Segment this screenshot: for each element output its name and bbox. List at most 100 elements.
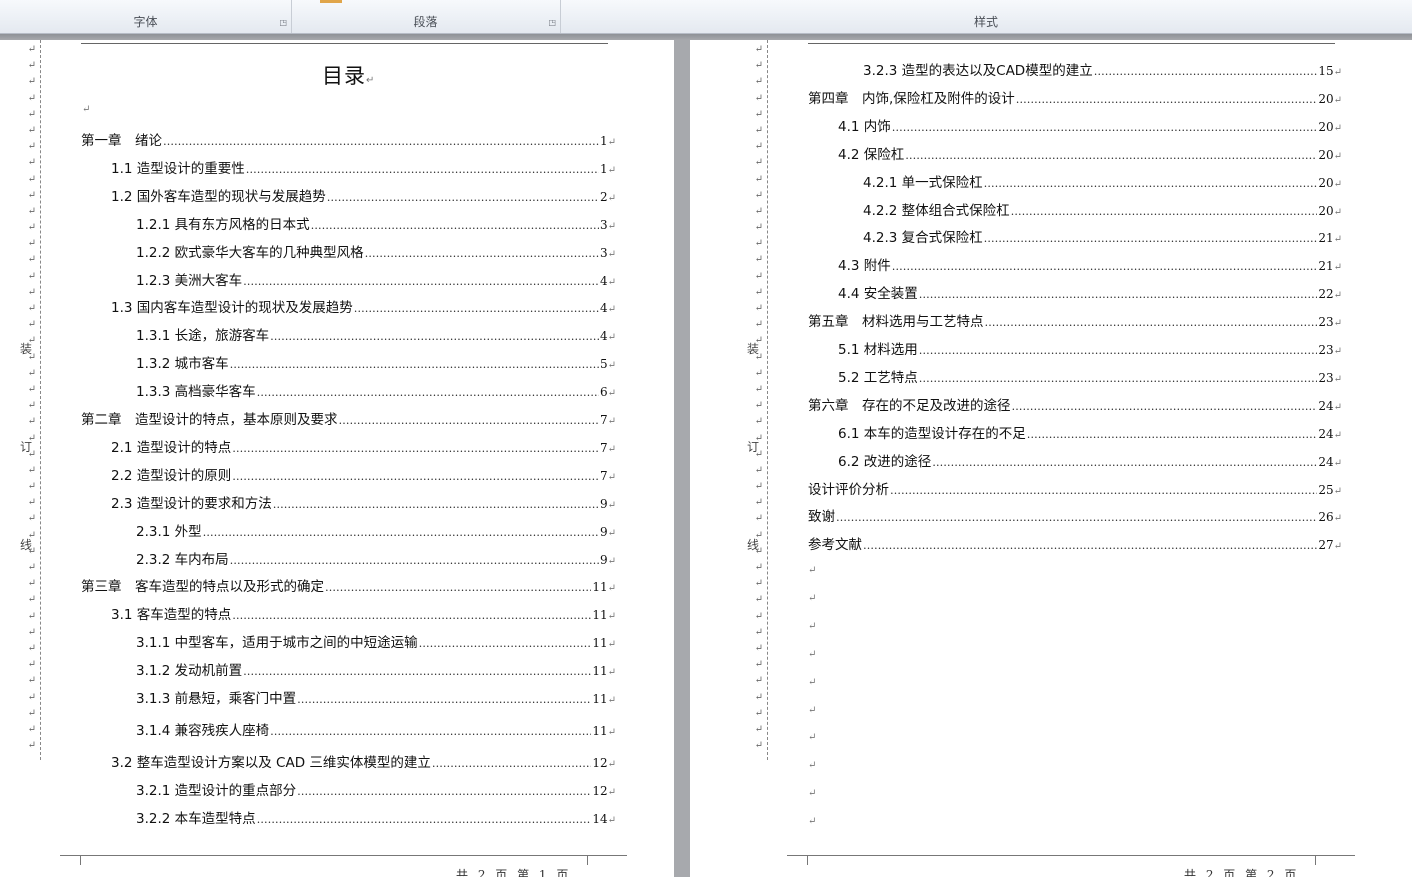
paragraph-mark-icon: ↵ [27, 124, 36, 136]
font-dialog-launcher-icon[interactable]: ◳ [279, 18, 287, 27]
toc-entry[interactable]: 1.2 国外客车造型的现状与发展趋势 2↵ [111, 185, 616, 205]
toc-dot-leader [354, 302, 599, 315]
toc-entry[interactable]: 2.3.1 外型 9↵ [136, 520, 616, 540]
paragraph-mark-icon: ↵ [1333, 429, 1342, 441]
toc-dot-leader [919, 344, 1318, 357]
toc-entry[interactable]: 设计评价分析 25↵ [808, 478, 1342, 498]
toc-entry[interactable]: 第二章 造型设计的特点，基本原则及要求 7↵ [81, 408, 616, 428]
page-footer-text: 共 2 页 第 2 页 [1184, 868, 1300, 877]
toc-entry[interactable]: 2.3.2 车内布局 9↵ [136, 548, 616, 568]
toc-dot-leader [325, 581, 591, 594]
toc-entry[interactable]: 2.1 造型设计的特点 7↵ [111, 436, 616, 456]
document-page-2[interactable]: ↵ ↵ ↵ ↵ ↵ ↵ ↵ ↵ ↵ ↵ ↵ ↵ ↵ ↵ ↵ ↵ ↵ ↵ ↵ ↵ ↵ ↵ ↵ ↵ ↵ ↵ ↵ ↵ ↵ ↵ ↵ ↵ ↵ ↵ ↵ ↵ ↵ ↵ ↵ ↵… [690, 40, 1412, 877]
paragraph-mark-icon: ↵ [27, 513, 36, 525]
toc-entry-label: 1.3 国内客车造型设计的现状及发展趋势 [111, 300, 353, 317]
paragraph-mark-icon: ↵ [27, 707, 36, 719]
toc-entry-label: 4.4 安全装置 [838, 286, 918, 303]
paragraph-mark-icon: ↵ [754, 675, 763, 687]
toc-entry[interactable]: 1.3.3 高档豪华客车 6↵ [136, 380, 616, 400]
toc-dot-leader [919, 288, 1318, 301]
toc-entry[interactable]: 3.1.1 中型客车，适用于城市之间的中短途运输 11↵ [136, 631, 616, 651]
toc-entry[interactable]: 1.2.2 欧式豪华大客车的几种典型风格 3↵ [136, 241, 616, 261]
toc-entry[interactable]: 3.2.3 造型的表达以及CAD模型的建立 15↵ [863, 59, 1342, 79]
paragraph-mark-icon: ↵ [754, 205, 763, 217]
toc-entry-page-number: 14 [592, 811, 608, 826]
toc-entry[interactable]: 4.1 内饰 20↵ [838, 115, 1342, 135]
toc-entry-page-number: 7 [599, 468, 608, 483]
paragraph-mark-icon: ↵ [607, 416, 616, 427]
document-page-1[interactable]: ↵ ↵ ↵ ↵ ↵ ↵ ↵ ↵ ↵ ↵ ↵ ↵ ↵ ↵ ↵ ↵ ↵ ↵ ↵ ↵ ↵ ↵ ↵ ↵ ↵ ↵ ↵ ↵ ↵ ↵ ↵ ↵ ↵ ↵ ↵ ↵ ↵ ↵ ↵ ↵… [0, 40, 674, 877]
toc-entry-page-number: 4 [599, 273, 608, 288]
toc-entry[interactable]: 4.2.1 单一式保险杠 20↵ [863, 171, 1342, 191]
toc-dot-leader [984, 177, 1318, 190]
paragraph-mark-icon: ↵ [754, 60, 763, 72]
toc-entry[interactable]: 3.1.2 发动机前置 11↵ [136, 659, 616, 679]
toc-entry[interactable]: 致谢 26↵ [808, 505, 1342, 525]
toc-entry[interactable]: 1.3 国内客车造型设计的现状及发展趋势 4↵ [111, 296, 616, 316]
toc-entry-label: 2.3.1 外型 [136, 523, 202, 540]
paragraph-mark-icon: ↵ [27, 270, 36, 282]
toc-dot-leader [246, 163, 599, 176]
paragraph-mark-icon: ↵ [754, 270, 763, 282]
toc-entry[interactable]: 3.1 客车造型的特点 11↵ [111, 603, 616, 623]
toc-entry[interactable]: 第一章 绪论 1↵ [81, 129, 616, 149]
toc-entry[interactable]: 第六章 存在的不足及改进的途径 24↵ [808, 394, 1342, 414]
toc-entry[interactable]: 2.2 造型设计的原则 7↵ [111, 464, 616, 484]
toc-entry[interactable]: 3.2.1 造型设计的重点部分 12↵ [136, 779, 616, 799]
page-footer: 共 2 页 第 1 页 [456, 866, 571, 877]
toc-entry-page-number: 2 [599, 189, 608, 204]
page-footer: 共 2 页 第 2 页 [1184, 866, 1299, 877]
toc-entry[interactable]: 2.3 造型设计的要求和方法 9↵ [111, 492, 616, 512]
paragraph-mark-icon: ↵ [27, 691, 36, 703]
toc-entry[interactable]: 1.3.2 城市客车 5↵ [136, 352, 616, 372]
toc-entry[interactable]: 1.2.3 美洲大客车 4↵ [136, 269, 616, 289]
paragraph-dialog-launcher-icon[interactable]: ◳ [548, 18, 556, 27]
toc-entry-page-number: 3 [599, 245, 608, 260]
toc-entry[interactable]: 1.2.1 具有东方风格的日本式 3↵ [136, 213, 616, 233]
toc-entry[interactable]: 1.1 造型设计的重要性 1↵ [111, 157, 616, 177]
toc-entry[interactable]: 参考文献 27↵ [808, 533, 1342, 553]
toc-entry[interactable]: 第三章 客车造型的特点以及形式的确定 11↵ [81, 575, 616, 595]
toc-entry[interactable]: 4.4 安全装置 22↵ [838, 282, 1342, 302]
toc-entry[interactable]: 3.1.3 前悬短，乘客门中置 11↵ [136, 687, 616, 707]
page-footer-text: 共 2 页 第 1 页 [456, 868, 572, 877]
paragraph-mark-icon: ↵ [754, 497, 763, 509]
toc-dot-leader [905, 149, 1317, 162]
paragraph-mark-icon: ↵ [808, 732, 817, 744]
toc-entry[interactable]: 第五章 材料选用与工艺特点 23↵ [808, 310, 1342, 330]
toc-entry-label: 3.1 客车造型的特点 [111, 607, 232, 624]
toc-entry[interactable]: 6.1 本车的造型设计存在的不足 24↵ [838, 422, 1342, 442]
toc-entry-page-number: 20 [1318, 91, 1334, 106]
page-top-rule [81, 43, 608, 44]
toc-entry-page-number: 20 [1318, 147, 1334, 162]
paragraph-mark-icon: ↵ [27, 92, 36, 104]
paragraph-mark-icon: ↵ [27, 367, 36, 379]
toc-entry-label: 1.3.2 城市客车 [136, 356, 229, 373]
toc-entry-label: 第三章 客车造型的特点以及形式的确定 [81, 579, 324, 596]
toc-entry-page-number: 1 [599, 161, 608, 176]
paragraph-mark-icon: ↵ [754, 610, 763, 622]
toc-entry-label: 2.2 造型设计的原则 [111, 467, 232, 484]
toc-entry-label: 2.3 造型设计的要求和方法 [111, 495, 272, 512]
toc-entry[interactable]: 3.2.2 本车造型特点 14↵ [136, 807, 616, 827]
toc-entry[interactable]: 4.3 附件 21↵ [838, 254, 1342, 274]
toc-entry[interactable]: 3.2 整车造型设计方案以及 CAD 三维实体模型的建立 12↵ [111, 751, 616, 771]
toc-dot-leader [203, 526, 599, 539]
toc-entry[interactable]: 4.2 保险杠 20↵ [838, 143, 1342, 163]
toc-dot-leader [432, 757, 591, 770]
gutter-word-xian: 线 [747, 538, 760, 552]
paragraph-mark-icon: ↵ [808, 788, 817, 800]
toc-entry-page-number: 23 [1318, 370, 1334, 385]
paragraph-mark-icon: ↵ [754, 740, 763, 752]
toc-dot-leader [232, 609, 591, 622]
toc-entry[interactable]: 6.2 改进的途径 24↵ [838, 450, 1342, 470]
toc-entry[interactable]: 第四章 内饰,保险杠及附件的设计 20↵ [808, 87, 1342, 107]
paragraph-mark-icon: ↵ [754, 222, 763, 234]
toc-entry[interactable]: 5.1 材料选用 23↵ [838, 338, 1342, 358]
toc-entry[interactable]: 4.2.2 整体组合式保险杠 20↵ [863, 199, 1342, 219]
toc-entry[interactable]: 5.2 工艺特点 23↵ [838, 366, 1342, 386]
toc-entry[interactable]: 4.2.3 复合式保险杠 21↵ [863, 226, 1342, 246]
toc-entry[interactable]: 1.3.1 长途，旅游客车 4↵ [136, 324, 616, 344]
paragraph-mark-icon: ↵ [607, 786, 616, 798]
toc-entry[interactable]: 3.1.4 兼容残疾人座椅 11↵ [136, 719, 616, 739]
